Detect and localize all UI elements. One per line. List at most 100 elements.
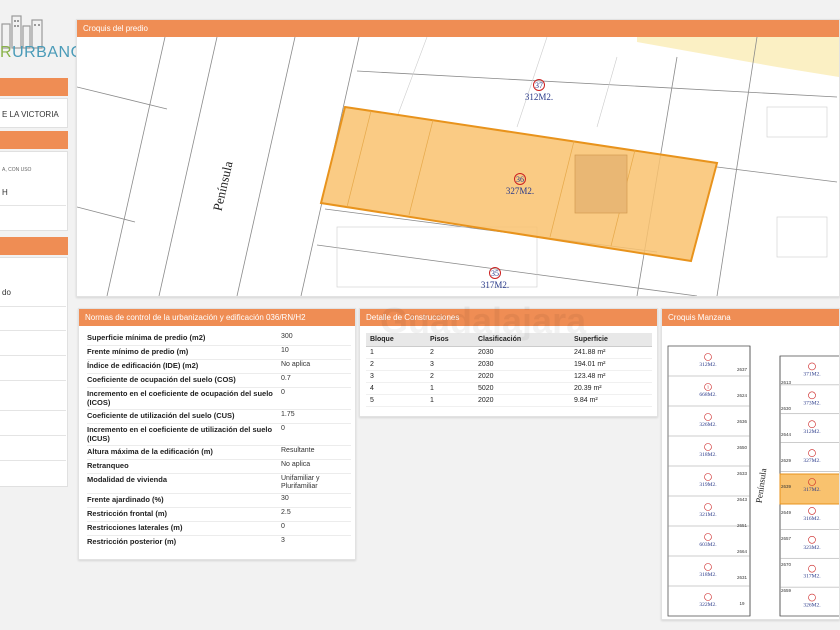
cell-pisos: 3 bbox=[426, 358, 474, 371]
row-divider bbox=[87, 345, 351, 346]
table-row: 1 2 2030 241.88 m² bbox=[366, 346, 652, 359]
lot-area: 603M2. bbox=[699, 542, 717, 548]
house-number: 2657 bbox=[781, 536, 792, 541]
cell-clasificacion: 2030 bbox=[474, 346, 570, 359]
cell-superficie: 20.39 m² bbox=[570, 382, 652, 395]
cell-clasificacion: 2030 bbox=[474, 358, 570, 371]
cell-pisos: 2 bbox=[426, 346, 474, 359]
lot-area: 316M2. bbox=[803, 516, 821, 522]
lot-area: 322M2. bbox=[699, 602, 717, 608]
lot-area: 318M2. bbox=[699, 572, 717, 578]
house-number: 2613 bbox=[781, 380, 792, 385]
house-number: 2664 bbox=[737, 549, 748, 554]
norma-value: 1.75 bbox=[281, 411, 295, 418]
croquis-manzana-panel: Croquis Manzana Península 312M2. 1 668M2. 3… bbox=[661, 308, 840, 620]
cell-superficie: 194.01 m² bbox=[570, 358, 652, 371]
row-divider bbox=[87, 387, 351, 388]
row-divider bbox=[87, 423, 351, 424]
lot-area: 319M2. bbox=[699, 482, 717, 488]
norma-value: 3 bbox=[281, 537, 285, 544]
sidebar-divider bbox=[0, 435, 66, 436]
table-header-row: Bloque Pisos Clasificación Superficie bbox=[366, 333, 652, 347]
lot-area: 318M2. bbox=[699, 452, 717, 458]
norma-value: 2.5 bbox=[281, 509, 291, 516]
cell-superficie: 241.88 m² bbox=[570, 346, 652, 359]
table-row: 2 3 2030 194.01 m² bbox=[366, 358, 652, 371]
lot-area: 371M2. bbox=[803, 371, 821, 377]
cell-bloque: 5 bbox=[366, 394, 426, 407]
lot-area: 668M2. bbox=[699, 392, 717, 398]
norma-value: 10 bbox=[281, 347, 289, 354]
sidebar-divider bbox=[0, 330, 66, 331]
lot-number: 35 bbox=[491, 269, 499, 278]
house-number: 2670 bbox=[781, 562, 792, 567]
norma-label: Altura máxima de la edificación (m) bbox=[87, 447, 213, 456]
lot-area: 321M2. bbox=[699, 512, 717, 518]
house-number: 19 bbox=[739, 601, 745, 606]
cell-bloque: 2 bbox=[366, 358, 426, 371]
lot-area: 326M2. bbox=[699, 422, 717, 428]
construcciones-title: Detalle de Construcciones bbox=[360, 309, 657, 326]
row-divider bbox=[87, 373, 351, 374]
lot-number: 1 bbox=[707, 385, 709, 390]
col-header-superficie: Superficie bbox=[570, 333, 652, 347]
cell-pisos: 2 bbox=[426, 370, 474, 383]
lot-area: 326M2. bbox=[803, 603, 821, 609]
normas-panel: Normas de control de la urbanización y e… bbox=[78, 308, 356, 560]
norma-value: No aplica bbox=[281, 361, 311, 368]
app-logo[interactable]: RURBANO bbox=[0, 44, 84, 62]
sidebar-divider bbox=[0, 380, 66, 381]
croquis-predio-panel: Croquis del predio Península 37 312M2. 3… bbox=[76, 19, 840, 297]
sidebar-code-text: H bbox=[2, 188, 8, 197]
house-number: 2637 bbox=[737, 367, 748, 372]
lot-area: 327M2. bbox=[506, 186, 534, 196]
cell-superficie: 9.84 m² bbox=[570, 394, 652, 407]
lot-area: 312M2. bbox=[699, 362, 717, 368]
croquis-predio-title: Croquis del predio bbox=[77, 20, 839, 37]
cell-pisos: 1 bbox=[426, 382, 474, 395]
sidebar-section-body-2: A, CON USO H bbox=[0, 151, 68, 231]
row-divider bbox=[87, 409, 351, 410]
norma-value: 0.7 bbox=[281, 375, 291, 382]
row-divider bbox=[87, 535, 351, 536]
norma-value: Unifamiliar y Plurifamiliar bbox=[281, 475, 320, 490]
cell-bloque: 3 bbox=[366, 370, 426, 383]
house-number: 2644 bbox=[781, 432, 792, 437]
lot-area: 312M2. bbox=[803, 429, 821, 435]
norma-label: Índice de edificación (IDE) (m2) bbox=[87, 361, 199, 370]
cell-bloque: 1 bbox=[366, 346, 426, 359]
row-divider bbox=[87, 521, 351, 522]
construcciones-panel: Detalle de Construcciones Bloque Pisos C… bbox=[359, 308, 658, 417]
norma-label: Coeficiente de utilización del suelo (CU… bbox=[87, 411, 235, 420]
row-divider bbox=[87, 473, 351, 474]
cell-clasificacion: 2020 bbox=[474, 370, 570, 383]
sidebar-section-header-1[interactable] bbox=[0, 78, 68, 96]
sidebar-section-header-2[interactable] bbox=[0, 131, 68, 149]
lot-number: 36 bbox=[516, 175, 524, 184]
sidebar-section-header-3[interactable] bbox=[0, 237, 68, 255]
croquis-manzana-map[interactable]: Península 312M2.1668M2.326M2.318M2.319M2… bbox=[662, 326, 840, 620]
sidebar-divider bbox=[0, 460, 66, 461]
norma-label: Restricción frontal (m) bbox=[87, 509, 168, 518]
norma-value: 300 bbox=[281, 333, 293, 340]
house-number: 2649 bbox=[781, 510, 792, 515]
house-number: 2630 bbox=[781, 406, 792, 411]
table-row: 3 2 2020 123.48 m² bbox=[366, 370, 652, 383]
norma-label: Restricción posterior (m) bbox=[87, 537, 177, 546]
normas-title: Normas de control de la urbanización y e… bbox=[79, 309, 355, 326]
house-number: 2650 bbox=[737, 445, 748, 450]
cell-bloque: 4 bbox=[366, 382, 426, 395]
lot-area: 327M2. bbox=[803, 458, 821, 464]
cell-pisos: 1 bbox=[426, 394, 474, 407]
sidebar-use-text: A, CON USO bbox=[2, 167, 32, 173]
norma-label: Coeficiente de ocupación del suelo (COS) bbox=[87, 375, 236, 384]
lot-area: 317M2. bbox=[803, 487, 821, 493]
croquis-predio-map[interactable]: Península 37 312M2. 36 327M2. 35 317M2. bbox=[77, 37, 839, 296]
row-divider bbox=[87, 507, 351, 508]
norma-value: No aplica bbox=[281, 461, 311, 468]
norma-value: 0 bbox=[281, 425, 285, 432]
lot-area: 317M2. bbox=[803, 574, 821, 580]
col-header-pisos: Pisos bbox=[426, 333, 474, 347]
house-number: 2624 bbox=[737, 393, 748, 398]
norma-label: Frente mínimo de predio (m) bbox=[87, 347, 189, 356]
